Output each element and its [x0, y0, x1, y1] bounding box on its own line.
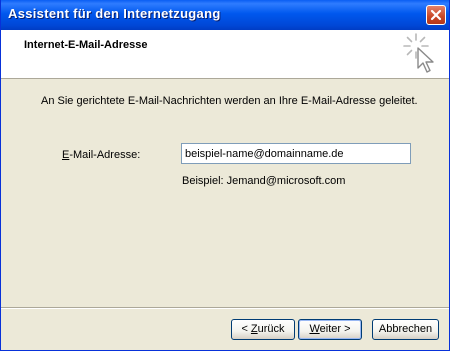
back-button-mnemonic: Z [250, 323, 258, 335]
back-button-label: urück [257, 323, 285, 335]
title-bar[interactable]: Assistent für den Internetzugang [1, 0, 449, 30]
description-text: An Sie gerichtete E-Mail-Nachrichten wer… [41, 95, 418, 107]
next-button[interactable]: Weiter > [298, 319, 362, 340]
window-title: Assistent für den Internetzugang [8, 6, 221, 21]
email-input[interactable] [181, 143, 411, 164]
close-icon [430, 9, 442, 21]
wizard-header: Internet-E-Mail-Adresse [1, 30, 449, 79]
email-label-text: -Mail-Adresse: [69, 149, 141, 161]
wizard-cursor-icon [403, 33, 434, 73]
next-button-mnemonic: W [309, 323, 320, 335]
footer-separator [1, 307, 449, 309]
example-text: Beispiel: Jemand@microsoft.com [182, 175, 346, 187]
cancel-button[interactable]: Abbrechen [372, 319, 439, 340]
email-label: E-Mail-Adresse: [62, 149, 140, 161]
wizard-window: Assistent für den Internetzugang Interne… [0, 0, 450, 351]
page-title: Internet-E-Mail-Adresse [24, 39, 148, 51]
back-button-prefix: < [241, 323, 251, 335]
close-button[interactable] [426, 5, 446, 25]
next-button-label: eiter > [319, 323, 351, 335]
back-button[interactable]: < Zurück [231, 319, 295, 340]
